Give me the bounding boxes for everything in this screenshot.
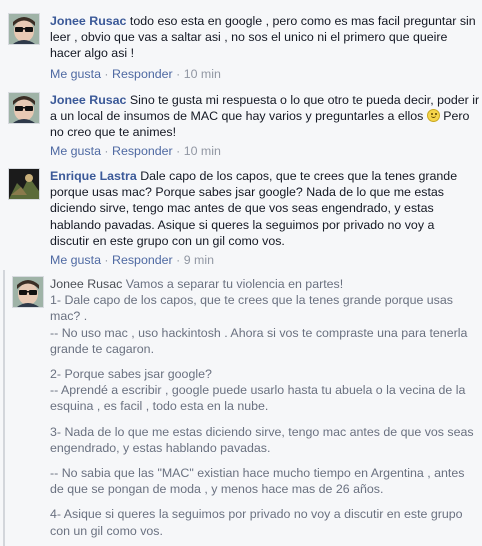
reply-thread-line <box>3 270 5 546</box>
reply-point-2: 2- Porque sabes jsar google? <box>50 367 212 382</box>
separator: · <box>104 144 109 158</box>
avatar[interactable] <box>8 92 40 124</box>
like-link[interactable]: Me gusta <box>50 67 101 81</box>
reply-point-1: 1- Dale capo de los capos, que te crees … <box>50 293 453 324</box>
reply-link[interactable]: Responder <box>112 67 173 81</box>
reply-point-3: 3- Nada de lo que me estas diciendo sirv… <box>50 424 474 455</box>
reply-author-link[interactable]: Jonee Rusac <box>50 277 122 291</box>
reply-point-4: 4- Asique si queres la seguimos por priv… <box>50 507 463 538</box>
reply-link[interactable]: Responder <box>112 253 173 267</box>
timestamp[interactable]: 10 min <box>184 144 221 158</box>
like-link[interactable]: Me gusta <box>50 144 101 158</box>
comment-author-link[interactable]: Enrique Lastra <box>50 169 137 183</box>
separator: · <box>176 67 181 81</box>
reply-link[interactable]: Responder <box>112 144 173 158</box>
like-link[interactable]: Me gusta <box>50 253 101 267</box>
comment-author-link[interactable]: Jonee Rusac <box>50 14 126 28</box>
timestamp[interactable]: 10 min <box>184 67 221 81</box>
separator: · <box>176 144 181 158</box>
comment-actions: Me gusta · Responder · 10 min <box>50 66 221 82</box>
timestamp[interactable]: 9 min <box>184 253 214 267</box>
reply-answer-1: -- No uso mac , uso hackintosh . Ahora s… <box>50 325 468 356</box>
avatar[interactable] <box>12 276 44 308</box>
comment-actions: Me gusta · Responder · 10 min <box>50 143 221 159</box>
comment-actions: Me gusta · Responder · 9 min <box>50 252 214 268</box>
reply-answer-2: -- Aprendé a escribir , google puede usa… <box>50 383 466 414</box>
smile-emoji-icon <box>426 109 440 123</box>
avatar[interactable] <box>8 168 40 200</box>
reply-intro: Vamos a separar tu violencia en partes! <box>125 277 344 291</box>
avatar[interactable] <box>8 13 40 45</box>
reply-answer-3: -- No sabia que las "MAC" existian hace … <box>50 466 465 497</box>
separator: · <box>104 253 109 267</box>
separator: · <box>104 67 109 81</box>
separator: · <box>176 253 181 267</box>
comment-author-link[interactable]: Jonee Rusac <box>50 93 126 107</box>
